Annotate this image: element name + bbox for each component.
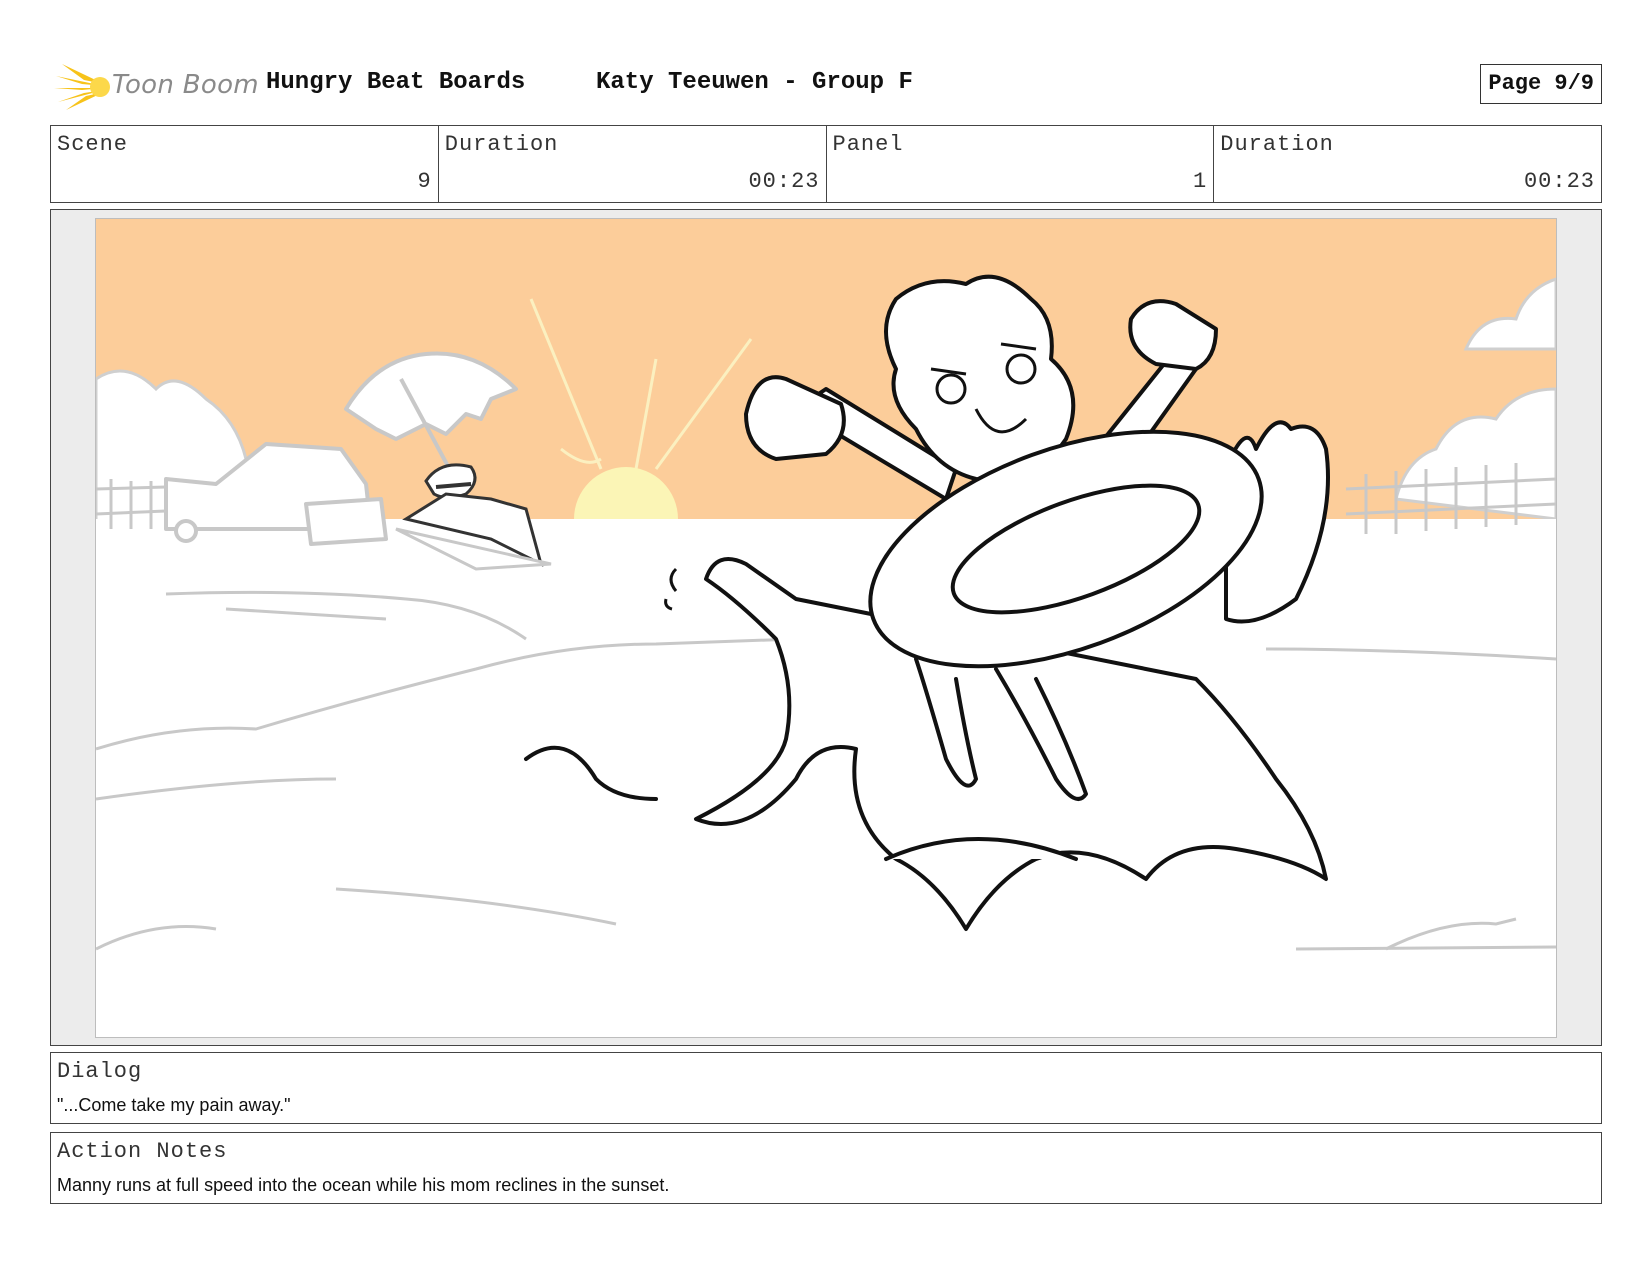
page-indicator: Page 9/9 (1480, 64, 1602, 104)
panel-frame (50, 209, 1602, 1046)
scene-label: Scene (57, 132, 129, 157)
burst-icon (54, 64, 110, 110)
beach-sketch (96, 219, 1556, 1037)
author-group: Katy Teeuwen - Group F (596, 69, 913, 96)
panel-cell: Panel 1 (827, 126, 1215, 202)
project-title: Hungry Beat Boards (266, 69, 526, 96)
panel-duration-cell: Duration 00:23 (1214, 126, 1601, 202)
scene-value: 9 (417, 169, 432, 194)
dialog-text: "...Come take my pain away." (57, 1095, 291, 1115)
logo-text: Toon Boom (112, 70, 259, 100)
action-notes-text: Manny runs at full speed into the ocean … (57, 1175, 670, 1195)
toon-boom-logo: Toon Boom (54, 60, 259, 112)
storyboard-header: Toon Boom Hungry Beat Boards Katy Teeuwe… (50, 58, 1602, 114)
action-notes-label: Action Notes (57, 1139, 228, 1164)
scene-duration-value: 00:23 (748, 169, 820, 194)
dialog-box: Dialog "...Come take my pain away." (50, 1052, 1602, 1124)
scene-duration-cell: Duration 00:23 (439, 126, 827, 202)
scene-cell: Scene 9 (51, 126, 439, 202)
scene-duration-label: Duration (444, 132, 559, 157)
dialog-label: Dialog (57, 1059, 143, 1084)
panel-duration-value: 00:23 (1523, 169, 1595, 194)
scene-info-row: Scene 9 Duration 00:23 Panel 1 Duration … (50, 125, 1602, 203)
panel-label: Panel (832, 132, 904, 157)
panel-duration-label: Duration (1220, 132, 1334, 157)
action-notes-box: Action Notes Manny runs at full speed in… (50, 1132, 1602, 1204)
storyboard-drawing (95, 218, 1557, 1038)
panel-value: 1 (1193, 169, 1208, 194)
